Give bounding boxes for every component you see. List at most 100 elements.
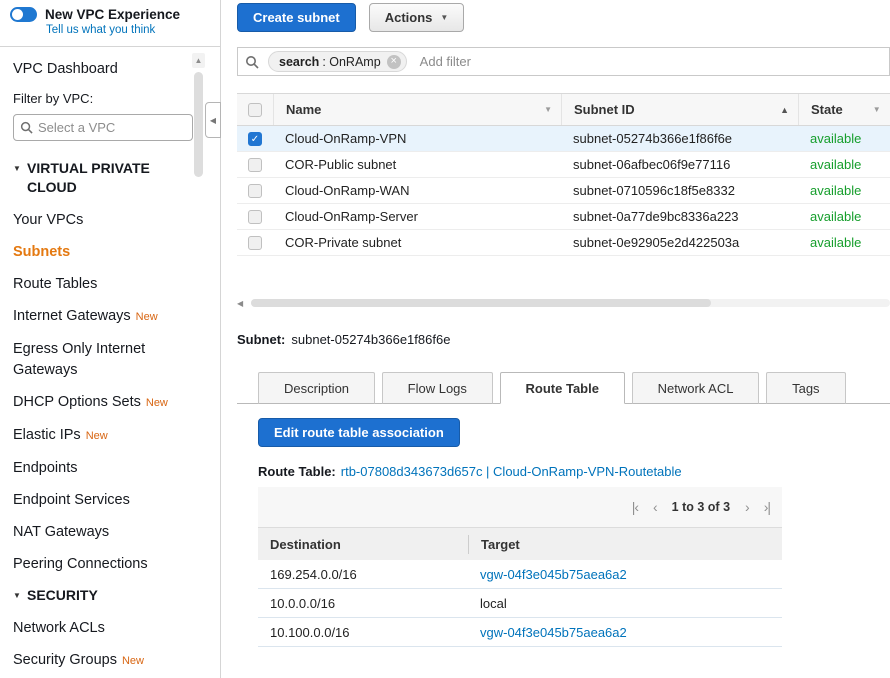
state-badge: available [798,209,890,224]
scrollbar-thumb[interactable] [251,299,711,307]
tab-tags[interactable]: Tags [766,372,845,404]
toolbar: Create subnet Actions▼ [237,3,464,32]
route-target-link[interactable]: vgw-04f3e045b75aea6a2 [468,625,782,640]
sidebar-item-network-acls[interactable]: Network ACLs [13,618,185,639]
sidebar-scrollbar[interactable]: ▲ [192,53,205,674]
page-last-icon[interactable]: ›| [764,500,770,514]
section-caret-icon: ▼ [13,586,27,605]
experience-title: New VPC Experience [45,7,180,22]
sidebar-item-your-vpcs[interactable]: Your VPCs [13,210,185,231]
tab-route-table[interactable]: Route Table [500,372,625,404]
section-virtual-private-cloud[interactable]: ▼ VIRTUAL PRIVATE CLOUD [13,159,200,197]
table-row[interactable]: ✓ Cloud-OnRamp-VPN subnet-05274b366e1f86… [237,126,890,152]
scrollbar-track[interactable] [251,299,890,307]
row-checkbox[interactable] [248,184,262,198]
chevron-down-icon: ▼ [440,13,448,22]
subnet-id: subnet-0710596c18f5e8332 [561,183,798,198]
table-row[interactable]: COR-Public subnet subnet-06afbec06f9e771… [237,152,890,178]
create-subnet-button[interactable]: Create subnet [237,3,356,32]
sidebar-item-vpc-dashboard[interactable]: VPC Dashboard [13,59,185,80]
section-security[interactable]: ▼ SECURITY [13,586,200,605]
state-badge: available [798,235,890,250]
table-row[interactable]: Cloud-OnRamp-Server subnet-0a77de9bc8336… [237,204,890,230]
filter-tag-search[interactable]: search : OnRAmp × [268,51,407,72]
tab-flow-logs[interactable]: Flow Logs [382,372,493,404]
column-header-destination[interactable]: Destination [258,537,468,552]
section-caret-icon: ▼ [13,159,27,197]
route-table-link[interactable]: rtb-07808d343673d657c | Cloud-OnRamp-VPN… [341,464,682,479]
row-checkbox[interactable] [248,236,262,250]
subnet-table: Name▼ Subnet ID▲ State▼ ✓ Cloud-OnRamp-V… [237,93,890,256]
state-badge: available [798,157,890,172]
sidebar-item-endpoints[interactable]: Endpoints [13,458,185,479]
route-table-heading: Route Table:rtb-07808d343673d657c | Clou… [258,464,682,479]
route-table-panel: |‹ ‹ 1 to 3 of 3 › ›| Destination Target… [258,487,782,647]
sort-icon: ▼ [544,105,552,114]
row-checkbox[interactable] [248,158,262,172]
actions-button[interactable]: Actions▼ [369,3,465,32]
subnet-id-value: subnet-05274b366e1f86f6e [291,332,450,347]
column-header-target[interactable]: Target [468,535,782,554]
state-badge: available [798,131,890,146]
sidebar-item-nat-gateways[interactable]: NAT Gateways [13,522,185,543]
select-a-vpc-search[interactable] [13,114,193,141]
sidebar-item-route-tables[interactable]: Route Tables [13,274,185,295]
sidebar: New VPC Experience Tell us what you thin… [0,0,221,678]
row-checkbox[interactable] [248,210,262,224]
sidebar-item-internet-gateways[interactable]: Internet GatewaysNew [13,306,185,328]
toggle-knob [12,9,23,20]
column-header-name[interactable]: Name▼ [273,94,561,125]
new-badge: New [122,655,144,667]
sidebar-nav: VPC Dashboard Filter by VPC: ▼ VIRTUAL P… [0,47,200,672]
pagination-bar: |‹ ‹ 1 to 3 of 3 › ›| [258,487,782,527]
sidebar-item-egress-only-internet-gateways[interactable]: Egress Only Internet Gateways [13,339,185,381]
experience-feedback-link[interactable]: Tell us what you think [46,24,220,36]
pagination-text: 1 to 3 of 3 [672,500,730,514]
row-checkbox[interactable]: ✓ [248,132,262,146]
new-vpc-experience-box: New VPC Experience Tell us what you thin… [0,0,220,47]
tab-description[interactable]: Description [258,372,375,404]
edit-route-table-association-button[interactable]: Edit route table association [258,418,460,447]
select-all-checkbox[interactable] [248,103,262,117]
sidebar-item-elastic-ips[interactable]: Elastic IPsNew [13,425,185,447]
new-badge: New [146,397,168,409]
collapse-icon: ◀ [210,116,216,125]
route-row: 10.100.0.0/16 vgw-04f3e045b75aea6a2 [258,618,782,647]
column-header-subnet-id[interactable]: Subnet ID▲ [561,94,798,125]
table-row[interactable]: COR-Private subnet subnet-0e92905e2d4225… [237,230,890,256]
route-row: 10.0.0.0/16 local [258,589,782,618]
page-first-icon[interactable]: |‹ [632,500,638,514]
sidebar-item-endpoint-services[interactable]: Endpoint Services [13,490,185,511]
scroll-up-icon[interactable]: ▲ [192,53,205,68]
page-prev-icon[interactable]: ‹ [653,500,657,514]
subnet-id: subnet-05274b366e1f86f6e [561,131,798,146]
scroll-left-icon[interactable]: ◀ [237,299,251,308]
column-header-state[interactable]: State▼ [798,94,890,125]
route-target-link[interactable]: vgw-04f3e045b75aea6a2 [468,567,782,582]
sidebar-item-subnets[interactable]: Subnets [13,242,185,263]
table-row[interactable]: Cloud-OnRamp-WAN subnet-0710596c18f5e833… [237,178,890,204]
subnet-name: COR-Private subnet [273,235,561,250]
sidebar-item-security-groups[interactable]: Security GroupsNew [13,650,185,672]
new-badge: New [86,430,108,442]
add-filter-placeholder[interactable]: Add filter [420,54,471,69]
sidebar-item-dhcp-options-sets[interactable]: DHCP Options SetsNew [13,392,185,414]
scrollbar-thumb[interactable] [194,72,203,177]
close-icon[interactable]: × [387,55,401,69]
new-badge: New [136,311,158,323]
sidebar-item-peering-connections[interactable]: Peering Connections [13,554,185,575]
vpc-filter-input[interactable] [38,120,178,135]
subnet-id: subnet-0a77de9bc8336a223 [561,209,798,224]
route-row: 169.254.0.0/16 vgw-04f3e045b75aea6a2 [258,560,782,589]
state-badge: available [798,183,890,198]
horizontal-scrollbar[interactable]: ◀ [237,297,890,309]
table-header: Name▼ Subnet ID▲ State▼ [237,93,890,126]
main-content: Create subnet Actions▼ search : OnRAmp ×… [237,0,890,678]
select-all-checkbox-cell [237,94,273,125]
detail-tabs: Description Flow Logs Route Table Networ… [237,372,890,404]
page-next-icon[interactable]: › [745,500,749,514]
experience-toggle[interactable] [10,7,37,22]
filter-bar[interactable]: search : OnRAmp × Add filter [237,47,890,76]
sidebar-collapse-handle[interactable]: ◀ [205,102,221,138]
tab-network-acl[interactable]: Network ACL [632,372,760,404]
